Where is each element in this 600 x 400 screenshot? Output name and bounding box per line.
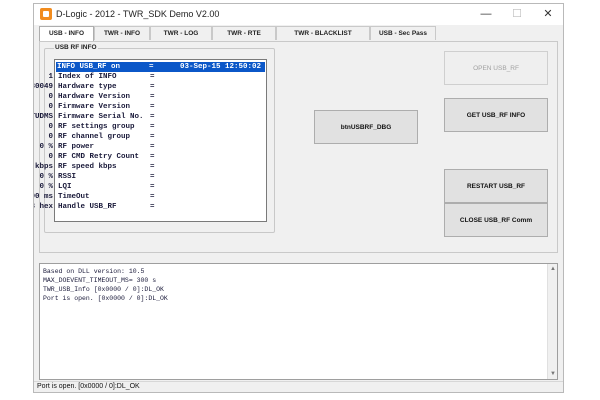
info-row-label: LQI bbox=[58, 183, 72, 191]
info-row-equals: = bbox=[150, 203, 155, 211]
info-row-label: Handle USB_RF bbox=[58, 203, 117, 211]
tab-twr-rte[interactable]: TWR - RTE bbox=[212, 26, 276, 40]
info-row-value: 0 % bbox=[39, 143, 53, 151]
info-row-equals: = bbox=[150, 153, 155, 161]
info-row-value: 03-Sep-15 12:50:02 bbox=[179, 63, 261, 71]
info-row-equals: = bbox=[150, 183, 155, 191]
info-row-equals: = bbox=[150, 133, 155, 141]
info-row-label: Index of INFO bbox=[58, 73, 117, 81]
status-text: Port is open. [0x0000 / 0]:DL_OK bbox=[37, 383, 140, 390]
log-scrollbar[interactable]: ▲ ▼ bbox=[547, 264, 557, 379]
info-row-value: 0 bbox=[48, 133, 53, 141]
btnusbrf-dbg-button[interactable]: btnUSBRF_DBG bbox=[314, 110, 418, 144]
close-button[interactable]: ✕ bbox=[533, 4, 563, 25]
log-line: TWR_USB_Info [0x0000 / 0]:DL_OK bbox=[43, 286, 164, 293]
info-row-label: TimeOut bbox=[58, 193, 90, 201]
close-usb-rf-comm-button[interactable]: CLOSE USB_RF Comm bbox=[444, 203, 548, 237]
info-row-equals: = bbox=[150, 193, 155, 201]
open-usb-rf-button[interactable]: OPEN USB_RF bbox=[444, 51, 548, 85]
log-line: MAX_DOEVENT_TIMEOUT_MS= 300 s bbox=[43, 277, 157, 284]
info-row-value: A9YTUDMS bbox=[34, 113, 53, 121]
info-row-label: Firmware Serial No. bbox=[58, 113, 144, 121]
status-bar: Port is open. [0x0000 / 0]:DL_OK bbox=[34, 381, 563, 392]
info-row-label: Firmware Version bbox=[58, 103, 131, 111]
info-row-label: RSSI bbox=[58, 173, 77, 181]
info-row-label: Hardware type bbox=[58, 83, 117, 91]
info-row-equals: = bbox=[150, 103, 155, 111]
info-row-value: 0 bbox=[48, 153, 53, 161]
usb-rf-info-list[interactable]: INFO USB_RF on = 03-Sep-15 12:50:02 Index o… bbox=[34, 59, 267, 222]
window-title: D-Logic - 2012 - TWR_SDK Demo V2.00 bbox=[56, 9, 220, 19]
info-row-equals: = bbox=[150, 83, 155, 91]
info-row-value: 0 bbox=[48, 123, 53, 131]
info-row-value: 0 kbps bbox=[34, 163, 53, 171]
app-window: D-Logic - 2012 - TWR_SDK Demo V2.00 — ☐ … bbox=[33, 3, 564, 393]
info-row-value: 67330049 bbox=[34, 83, 53, 91]
info-row-equals: = bbox=[150, 73, 155, 81]
tab-twr-log[interactable]: TWR - LOG bbox=[150, 26, 212, 40]
info-row-value: 0 bbox=[48, 93, 53, 101]
tab-twr-blacklist[interactable]: TWR - BLACKLIST bbox=[276, 26, 370, 40]
log-line: Based on DLL version: 10.5 bbox=[43, 268, 145, 275]
info-row-label: RF speed kbps bbox=[58, 163, 117, 171]
info-row-label: INFO USB_RF on bbox=[57, 63, 121, 71]
info-row-equals: = bbox=[150, 163, 155, 171]
usb-rf-info-group-label: USB RF INFO bbox=[54, 44, 98, 51]
info-row-value: 500 ms bbox=[34, 193, 53, 201]
info-row-value: 0 % bbox=[39, 173, 53, 181]
info-row-value: 1 bbox=[48, 73, 53, 81]
info-row-label: RF power bbox=[58, 143, 95, 151]
info-row-label: Hardware Version bbox=[58, 93, 131, 101]
info-row-value: 0 bbox=[48, 103, 53, 111]
info-row-equals: = bbox=[150, 173, 155, 181]
tab-twr-info[interactable]: TWR - INFO bbox=[94, 26, 150, 40]
title-bar: D-Logic - 2012 - TWR_SDK Demo V2.00 — ☐ … bbox=[34, 4, 563, 25]
info-row-equals: = bbox=[150, 143, 155, 151]
info-row-equals: = bbox=[150, 123, 155, 131]
get-usb-rf-info-button[interactable]: GET USB_RF INFO bbox=[444, 98, 548, 132]
info-row-label: RF CMD Retry Count bbox=[58, 153, 140, 161]
info-row[interactable]: INFO USB_RF on = 03-Sep-15 12:50:02 bbox=[56, 62, 265, 72]
info-row-value: 0 % bbox=[39, 183, 53, 191]
tab-usb-sec-pass[interactable]: USB - Sec Pass bbox=[370, 26, 436, 40]
app-logo-icon bbox=[40, 8, 52, 20]
info-row-equals: = bbox=[150, 93, 155, 101]
scroll-up-arrow-icon[interactable]: ▲ bbox=[548, 264, 558, 274]
info-row-equals: = bbox=[149, 63, 154, 71]
maximize-button[interactable]: ☐ bbox=[502, 4, 532, 25]
info-row-label: RF settings group bbox=[58, 123, 135, 131]
tab-usb-info[interactable]: USB - INFO bbox=[39, 26, 94, 42]
log-textarea[interactable]: Based on DLL version: 10.5 MAX_DOEVENT_T… bbox=[39, 263, 558, 380]
restart-usb-rf-button[interactable]: RESTART USB_RF bbox=[444, 169, 548, 203]
info-row-equals: = bbox=[150, 113, 155, 121]
info-row-value: 02102EA8 hex bbox=[34, 203, 53, 211]
minimize-button[interactable]: — bbox=[471, 4, 501, 25]
info-row-label: RF channel group bbox=[58, 133, 131, 141]
scroll-down-arrow-icon[interactable]: ▼ bbox=[548, 369, 558, 379]
log-line: Port is open. [0x0000 / 0]:DL_OK bbox=[43, 295, 168, 302]
